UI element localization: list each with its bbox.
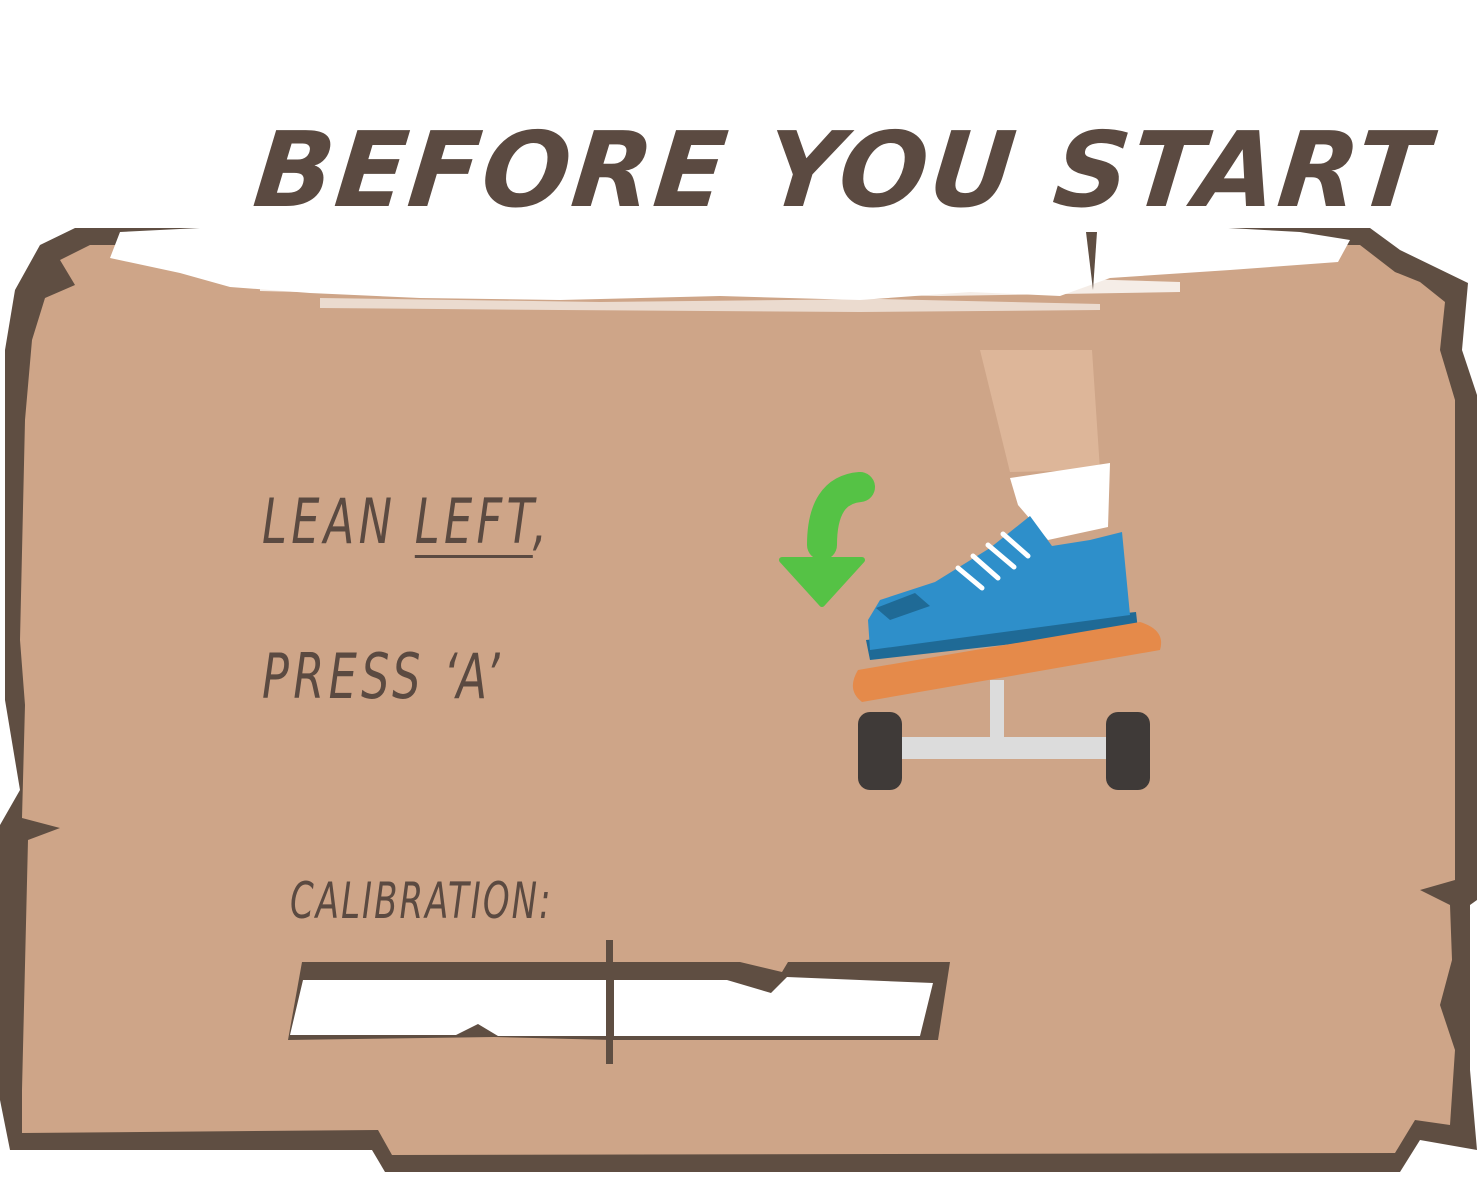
screen-title: Before you start bbox=[248, 109, 1436, 231]
instruction-direction: LEFT bbox=[414, 485, 533, 558]
calibration-label: CALIBRATION: bbox=[290, 872, 553, 930]
truck-post bbox=[990, 680, 1004, 742]
left-wheel bbox=[858, 712, 902, 790]
truck-axle bbox=[895, 737, 1115, 759]
right-wheel bbox=[1106, 712, 1150, 790]
instruction-prefix: LEAN bbox=[262, 485, 415, 558]
instruction-line-2: PRESS ‘A’ bbox=[262, 640, 504, 713]
instruction-comma: , bbox=[532, 485, 552, 558]
calibration-center-marker bbox=[606, 940, 613, 1064]
instruction-line-1: LEAN LEFT, bbox=[262, 485, 551, 558]
game-screen: Before you start LEAN LEFT, PRESS ‘A’ CA… bbox=[0, 0, 1477, 1183]
calibration-bar-left-segment bbox=[290, 980, 606, 1036]
